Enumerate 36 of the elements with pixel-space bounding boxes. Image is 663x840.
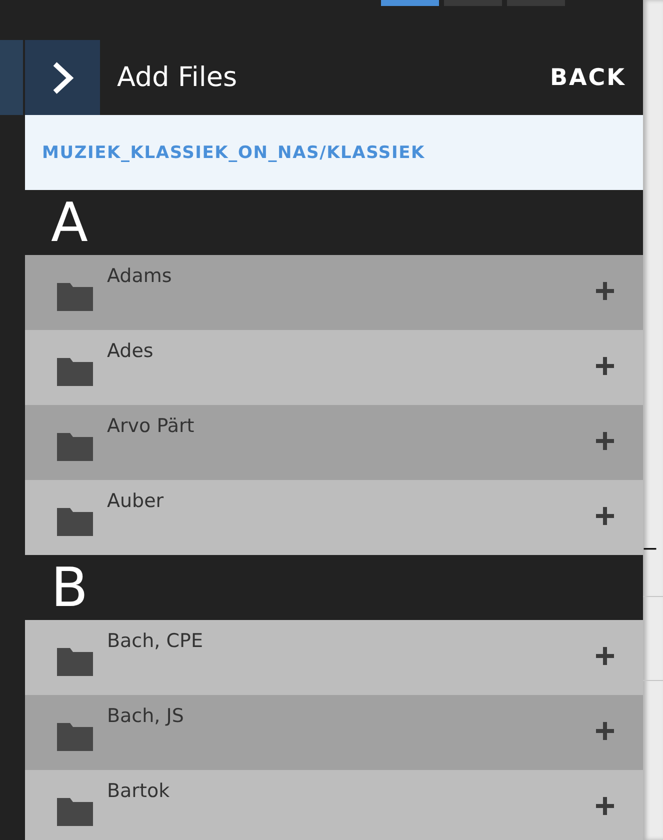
folder-icon: [57, 358, 93, 386]
folder-icon: [57, 283, 93, 311]
folder-row[interactable]: Bach, JS: [25, 695, 643, 770]
add-icon[interactable]: [595, 356, 615, 376]
add-icon[interactable]: [595, 281, 615, 301]
section-letter: A: [51, 196, 88, 250]
add-icon[interactable]: [595, 506, 615, 526]
folder-row[interactable]: Auber: [25, 480, 643, 555]
folder-row[interactable]: Bach, CPE: [25, 620, 643, 695]
folder-icon: [57, 798, 93, 826]
folder-row[interactable]: Adams: [25, 255, 643, 330]
add-icon[interactable]: [595, 721, 615, 741]
folder-icon: [57, 508, 93, 536]
folder-row[interactable]: Bartok: [25, 770, 643, 840]
folder-name: Adams: [107, 265, 172, 287]
chevron-right-icon: [50, 60, 74, 94]
add-icon[interactable]: [595, 796, 615, 816]
folder-row[interactable]: Arvo Pärt: [25, 405, 643, 480]
add-icon[interactable]: [595, 646, 615, 666]
folder-name: Ades: [107, 340, 154, 362]
back-button[interactable]: BACK: [550, 64, 626, 90]
add-icon[interactable]: [595, 431, 615, 451]
section-letter: B: [51, 560, 88, 614]
folder-name: Bartok: [107, 780, 170, 802]
folder-name: Auber: [107, 490, 164, 512]
folder-icon: [57, 433, 93, 461]
folder-name: Bach, JS: [107, 705, 184, 727]
folder-row[interactable]: Ades: [25, 330, 643, 405]
panel-title: Add Files: [117, 62, 238, 93]
folder-icon: [57, 648, 93, 676]
forward-button[interactable]: [25, 40, 100, 115]
folder-path: MUZIEK_KLASSIEK_ON_NAS/KLASSIEK: [42, 142, 425, 162]
folder-icon: [57, 723, 93, 751]
background-text: _: [644, 522, 656, 550]
folder-name: Arvo Pärt: [107, 415, 194, 437]
folder-name: Bach, CPE: [107, 630, 203, 652]
